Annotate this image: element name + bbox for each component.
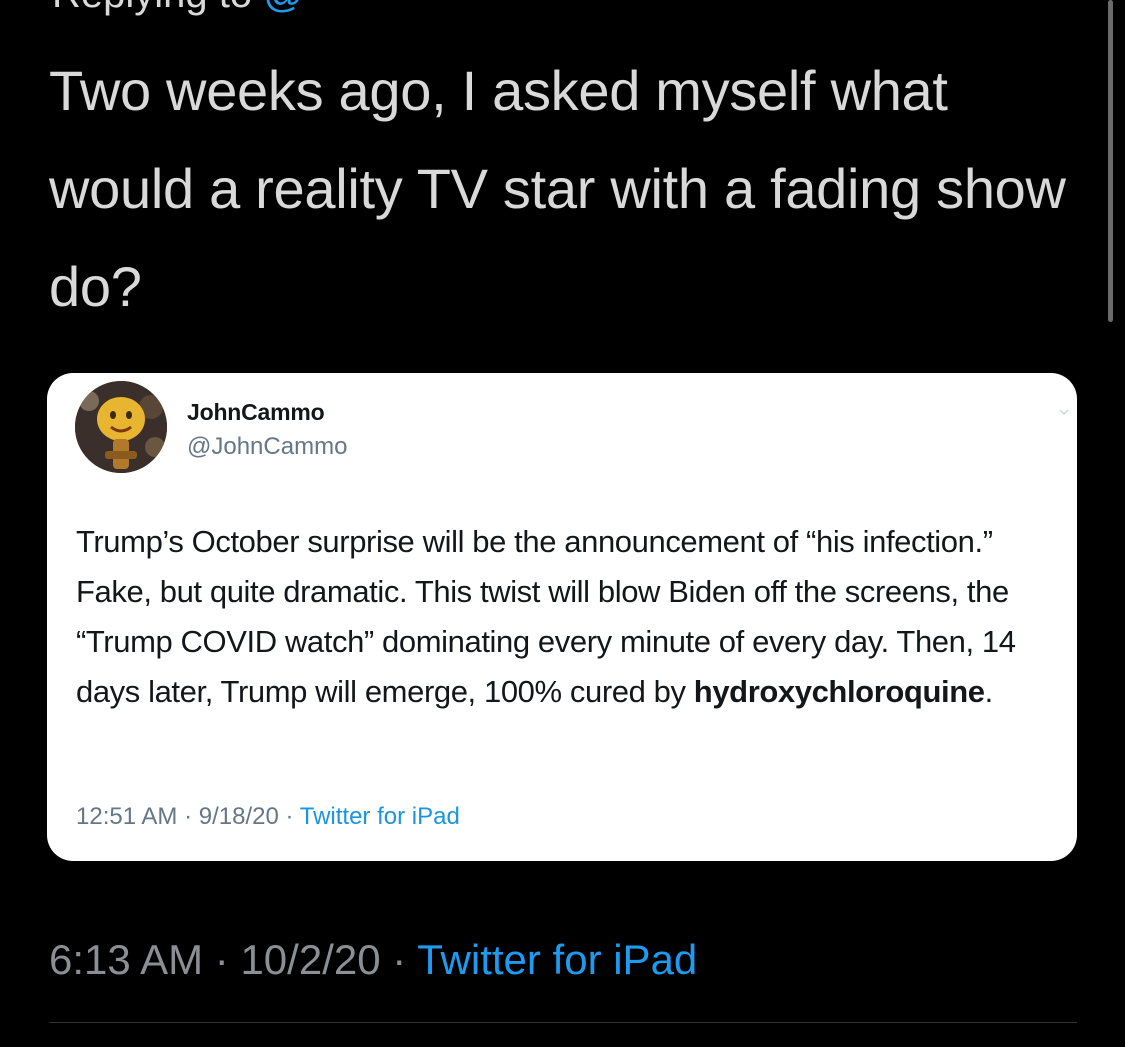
replying-to-line: Replying to @: [52, 0, 304, 14]
tweet-time: 6:13 AM: [49, 936, 204, 983]
tweet-sep-2: ·: [392, 936, 407, 983]
replying-to-label: Replying to: [52, 0, 252, 16]
quoted-handle[interactable]: @JohnCammo: [187, 433, 347, 461]
quoted-sep-2: ·: [285, 803, 294, 830]
avatar[interactable]: [75, 381, 167, 473]
quoted-text-bold: hydroxychloroquine: [693, 674, 985, 709]
quoted-display-name[interactable]: JohnCammo: [187, 399, 325, 426]
divider: [49, 1022, 1077, 1023]
chevron-down-icon[interactable]: [1059, 407, 1069, 417]
quoted-sep-1: ·: [184, 803, 193, 830]
quoted-time: 12:51 AM: [76, 803, 178, 830]
replying-to-handle[interactable]: @: [263, 0, 304, 16]
scrollbar[interactable]: [1108, 0, 1113, 322]
tweet-text: Two weeks ago, I asked myself what would…: [49, 59, 1066, 318]
tweet-date: 10/2/20: [240, 936, 381, 983]
quoted-tweet-card[interactable]: JohnCammo @JohnCammo Trump’s October sur…: [47, 373, 1077, 861]
avatar-image: [75, 381, 167, 473]
quoted-date: 9/18/20: [198, 803, 279, 830]
quoted-text-end: .: [984, 674, 994, 709]
tweet-meta: 6:13 AM · 10/2/20 · Twitter for iPad: [49, 936, 697, 984]
tweet-source-link[interactable]: Twitter for iPad: [417, 936, 697, 983]
quoted-tweet-text: Trump’s October surprise will be the ann…: [76, 517, 1066, 717]
tweet-sep-1: ·: [214, 936, 229, 983]
quoted-source-link[interactable]: Twitter for iPad: [300, 803, 460, 830]
quoted-tweet-meta: 12:51 AM · 9/18/20 · Twitter for iPad: [76, 803, 460, 831]
